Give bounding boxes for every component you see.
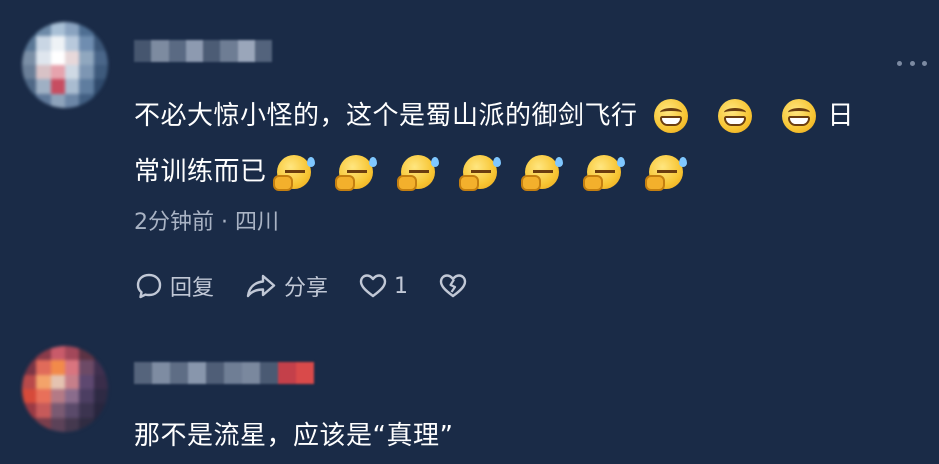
- more-icon[interactable]: [897, 58, 927, 68]
- like-count: 1: [394, 273, 409, 299]
- comment-meta: 2分钟前 · 四川: [134, 210, 279, 235]
- thinking-emoji: [396, 155, 439, 191]
- thinking-emoji: [582, 155, 625, 191]
- grin-emoji: [781, 99, 816, 133]
- avatar[interactable]: [22, 22, 108, 108]
- reply-icon: [136, 273, 162, 299]
- comment-text-line: 常训练而已: [134, 157, 267, 187]
- thinking-emoji: [458, 155, 501, 191]
- username-blurred[interactable]: [134, 362, 314, 384]
- thinking-emoji: [272, 155, 315, 191]
- avatar[interactable]: [22, 346, 108, 432]
- comment-text-line: 那不是流星，应该是“真理”: [134, 421, 454, 451]
- comment-text: 那不是流星，应该是“真理”: [134, 408, 453, 464]
- dislike-button[interactable]: [438, 271, 474, 301]
- grin-emoji: [653, 99, 688, 133]
- comment-text-line: 不必大惊小怪的，这个是蜀山派的御剑飞行: [134, 101, 638, 131]
- like-icon: [359, 274, 387, 298]
- thinking-emoji: [520, 155, 563, 191]
- reply-button[interactable]: 回复: [134, 270, 214, 302]
- comment-actions: 回复 分享 1: [134, 268, 504, 304]
- share-button[interactable]: 分享: [244, 270, 328, 302]
- thinking-emoji: [644, 155, 687, 191]
- reply-label: 回复: [170, 276, 215, 301]
- grin-emoji: [717, 99, 752, 133]
- like-button[interactable]: 1: [358, 271, 408, 301]
- share-icon: [246, 274, 276, 298]
- dislike-icon: [439, 274, 467, 298]
- comment-text: 不必大惊小怪的，这个是蜀山派的御剑飞行 日 常训练而已: [134, 88, 854, 200]
- username-blurred[interactable]: [134, 40, 272, 62]
- thinking-emoji: [334, 155, 377, 191]
- comment-text-line-tail: 日: [827, 101, 855, 131]
- share-label: 分享: [284, 276, 329, 301]
